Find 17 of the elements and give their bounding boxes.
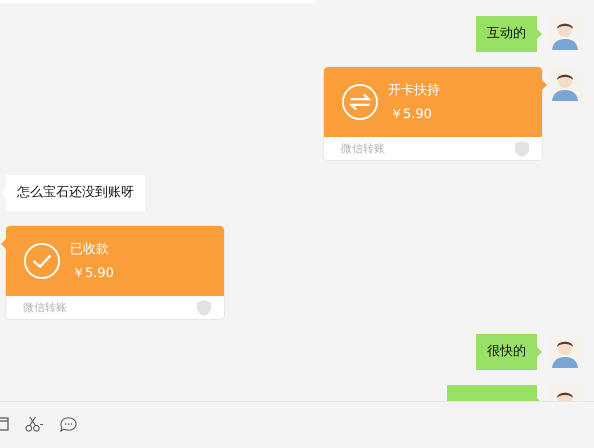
- shield-icon: [514, 140, 530, 158]
- message-bubble: 很快的: [476, 334, 542, 370]
- chat-icon[interactable]: [59, 416, 78, 432]
- scissors-icon[interactable]: [25, 416, 44, 432]
- transfer-amount: ￥5.90: [389, 106, 433, 123]
- avatar[interactable]: [548, 67, 582, 101]
- avatar[interactable]: [548, 334, 582, 368]
- transfer-label: 微信转账: [23, 300, 67, 315]
- transfer-title: 已收款: [70, 241, 110, 258]
- transfer-title: 开卡扶持: [388, 82, 440, 99]
- message-bubble: 怎么宝石还没到账呀: [1, 175, 145, 211]
- transfer-amount: ￥5.90: [71, 265, 114, 282]
- message-bubble: 互动的: [476, 16, 542, 52]
- window-icon[interactable]: [0, 417, 10, 431]
- avatar[interactable]: [548, 16, 582, 50]
- transfer-label: 微信转账: [341, 141, 385, 156]
- shield-icon: [196, 298, 212, 316]
